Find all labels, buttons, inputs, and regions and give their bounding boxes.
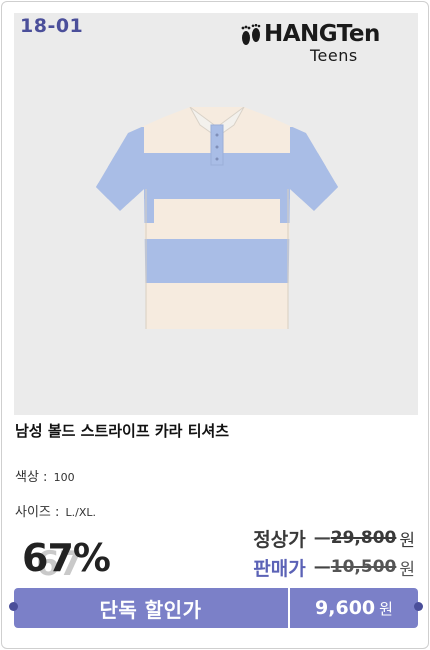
size-value: L./XL. (65, 506, 97, 519)
sale-price-dash: — (313, 557, 331, 577)
size-label: 사이즈 : (15, 505, 60, 520)
discount-rate-value: 67% (22, 536, 111, 580)
exclusive-price-value: 9,600 (315, 597, 376, 619)
brand-sub: Teens (310, 46, 358, 65)
right-dot-icon (414, 602, 423, 611)
sale-price-row: 판매가 — 10,500 원 (253, 554, 415, 580)
exclusive-price-currency: 원 (379, 599, 393, 618)
brand-name: HANGTen (264, 21, 380, 47)
product-code: 18-01 (20, 15, 84, 37)
footprints-icon (241, 24, 261, 45)
exclusive-price: 9,600 원 (290, 588, 418, 628)
regular-price-row: 정상가 — 29,800 원 (253, 525, 415, 551)
size-option: 사이즈 : L./XL. (15, 501, 96, 520)
color-label: 색상 : (15, 470, 48, 485)
color-option: 색상 : 100 (15, 466, 75, 485)
discount-rate: 67 67% (22, 530, 132, 584)
regular-price-currency: 원 (399, 530, 415, 551)
brand-logo: HANGTen Teens (240, 21, 410, 73)
sale-price-label: 판매가 (253, 557, 306, 580)
regular-price-value: 29,800 (330, 528, 397, 548)
exclusive-price-label: 단독 할인가 (99, 597, 202, 622)
product-image[interactable]: 18-01 HANGTen Teens (14, 13, 418, 415)
polo-shirt-image (96, 107, 338, 329)
sale-price-currency: 원 (399, 559, 415, 580)
regular-price-label: 정상가 (253, 528, 306, 551)
exclusive-price-banner[interactable]: 단독 할인가 9,600 원 (14, 588, 418, 628)
regular-price-dash: — (313, 528, 331, 548)
product-title[interactable]: 남성 볼드 스트라이프 카라 티셔츠 (15, 420, 229, 441)
sale-price-value: 10,500 (330, 557, 397, 577)
left-dot-icon (9, 602, 18, 611)
product-card[interactable]: 18-01 HANGTen Teens 남성 볼드 스트라이프 카라 티셔츠 색… (1, 1, 429, 649)
color-value: 100 (53, 471, 75, 484)
